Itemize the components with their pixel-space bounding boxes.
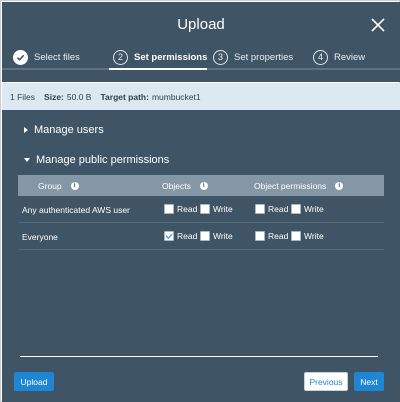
step-set-permissions[interactable]: 2 Set permissions	[113, 46, 207, 68]
step-label: Review	[334, 51, 366, 63]
check-icon	[13, 49, 28, 65]
header-label: Group	[38, 180, 62, 191]
checkbox-label: Write	[304, 231, 324, 241]
objects-write-checkbox[interactable]: Write	[200, 231, 233, 241]
checkbox-box[interactable]	[255, 204, 265, 214]
caret-right-icon	[24, 127, 28, 133]
step-select-files[interactable]: Select files	[13, 46, 80, 68]
close-icon[interactable]	[370, 17, 386, 33]
checkbox-box[interactable]	[291, 231, 301, 241]
info-icon[interactable]: i	[199, 181, 208, 190]
step-label: Set permissions	[134, 51, 208, 63]
objects-read-checkbox[interactable]: Read	[164, 204, 197, 214]
checkbox-label: Read	[268, 204, 289, 214]
group-name: Everyone	[22, 231, 58, 242]
group-name: Any authenticated AWS user	[22, 204, 130, 215]
upload-summary: 1 Files Size: 50.0 B Target path: mumbuc…	[2, 83, 400, 110]
objects-write-checkbox[interactable]: Write	[200, 204, 233, 214]
header-label: Objects	[162, 180, 191, 191]
section-title: Manage users	[34, 124, 104, 136]
size-label: Size:	[44, 91, 64, 102]
file-count: 1 Files	[10, 91, 36, 102]
permissions-write-checkbox[interactable]: Write	[291, 231, 324, 241]
header-group: Group i	[38, 175, 79, 196]
info-icon[interactable]: i	[335, 181, 344, 190]
step-review[interactable]: 4 Review	[313, 46, 365, 68]
dialog-title: Upload	[177, 16, 225, 33]
upload-dialog: Upload Select files 2 Set permissions 3 …	[0, 0, 400, 402]
step-label: Select files	[34, 51, 80, 63]
step-number: 4	[313, 49, 328, 65]
table-row: Any authenticated AWS user Read Write Re…	[18, 196, 384, 223]
info-icon[interactable]: i	[70, 181, 79, 190]
step-set-properties[interactable]: 3 Set properties	[213, 46, 293, 68]
permissions-read-checkbox[interactable]: Read	[255, 231, 288, 241]
checkbox-label: Read	[177, 231, 198, 241]
checkbox-box[interactable]	[164, 204, 174, 214]
permissions-read-checkbox[interactable]: Read	[255, 204, 288, 214]
target-path-value: mumbucket1	[151, 91, 201, 102]
footer-divider	[20, 356, 378, 357]
size-value: 50.0 B	[66, 91, 92, 102]
checkbox-label: Read	[268, 231, 289, 241]
dialog-header: Upload Select files 2 Set permissions 3 …	[2, 2, 400, 82]
table-row: Everyone Read Write Read Write	[18, 223, 384, 250]
step-number: 3	[213, 49, 228, 65]
checkbox-box[interactable]	[164, 231, 174, 241]
next-button[interactable]: Next	[354, 372, 384, 391]
header-object-permissions: Object permissions i	[254, 175, 344, 196]
checkbox-box[interactable]	[200, 231, 210, 241]
target-path-label: Target path:	[100, 91, 149, 102]
step-number: 2	[113, 49, 128, 65]
checkbox-label: Write	[213, 231, 233, 241]
caret-down-icon	[24, 158, 30, 162]
active-step-indicator	[109, 68, 207, 70]
checkmark-icon	[165, 231, 173, 239]
upload-button[interactable]: Upload	[14, 372, 54, 391]
manage-public-permissions-toggle[interactable]: Manage public permissions	[24, 154, 169, 166]
header-objects: Objects i	[162, 175, 208, 196]
step-label: Set properties	[234, 51, 294, 63]
checkbox-label: Write	[304, 204, 324, 214]
checkbox-label: Read	[177, 204, 198, 214]
objects-read-checkbox[interactable]: Read	[164, 231, 197, 241]
checkbox-box[interactable]	[255, 231, 265, 241]
checkbox-box[interactable]	[291, 204, 301, 214]
checkbox-box[interactable]	[200, 204, 210, 214]
checkbox-label: Write	[213, 204, 233, 214]
wizard-steps: Select files 2 Set permissions 3 Set pro…	[3, 46, 400, 68]
header-label: Object permissions	[254, 180, 327, 191]
permissions-write-checkbox[interactable]: Write	[291, 204, 324, 214]
permissions-table-header: Group i Objects i Object permissions i	[18, 175, 384, 196]
manage-users-toggle[interactable]: Manage users	[24, 124, 104, 136]
permissions-panel: Manage users Manage public permissions G…	[2, 110, 400, 402]
previous-button[interactable]: Previous	[304, 372, 348, 391]
section-title: Manage public permissions	[36, 154, 170, 166]
